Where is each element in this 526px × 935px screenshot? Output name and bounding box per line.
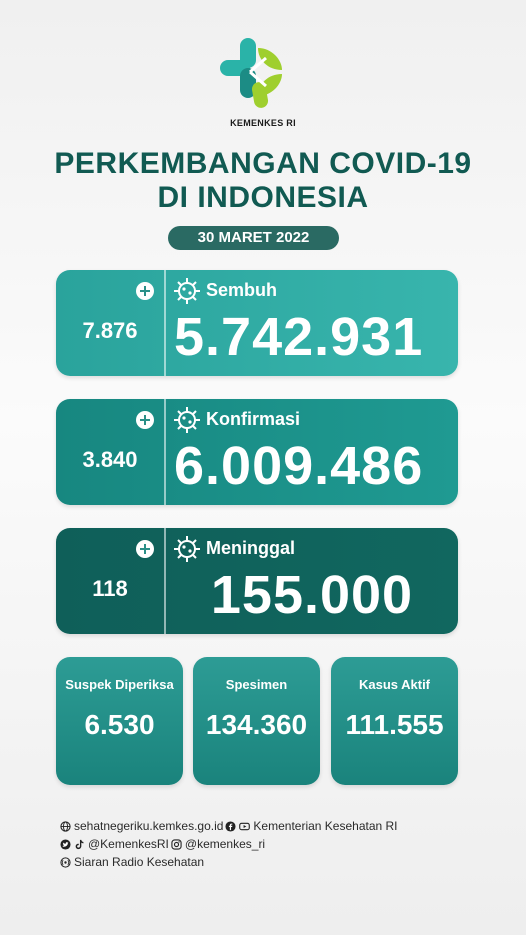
daily-increase: 7.876 [82,318,138,343]
card-sembuh: 7.876 Sembuh 5.742.931 [56,270,458,376]
stat-label: Kasus Aktif [358,677,431,692]
footer-line-3: Siaran Radio Kesehatan [60,855,204,869]
stat-spesimen: Spesimen 134.360 [193,657,320,785]
card-konfirmasi: 3.840 Konfirmasi 6.009.486 [56,399,458,505]
facebook-icon [225,820,236,832]
card-divider [164,270,166,376]
social-name: Kementerian Kesehatan RI [253,819,398,833]
logo-text: KEMENKES RI [230,118,296,128]
card-total: 6.009.486 [174,436,424,496]
card-divider [164,399,166,505]
footer-line-2: @KemenkesRI @kemenkes_ri [60,837,265,851]
radio-icon [60,856,71,868]
stat-label: Spesimen [225,677,288,692]
page-title: PERKEMBANGAN COVID-19 [54,147,472,180]
twitter-handle: @KemenkesRI [88,837,169,851]
stat-value: 6.530 [84,709,155,740]
kemenkes-logo [220,38,282,108]
card-total: 155.000 [210,565,414,625]
website-link[interactable]: sehatnegeriku.kemkes.go.id [74,819,223,833]
instagram-handle: @kemenkes_ri [184,837,266,851]
plus-icon [136,540,154,558]
card-total: 5.742.931 [174,307,424,367]
date-badge: 30 MARET 2022 [168,226,339,250]
plus-icon [136,411,154,429]
daily-increase: 118 [92,576,128,601]
stat-value: 111.555 [345,709,444,740]
stat-suspek: Suspek Diperiksa 6.530 [56,657,183,785]
stat-kasus-aktif: Kasus Aktif 111.555 [331,657,458,785]
stat-value: 134.360 [205,709,308,740]
instagram-icon [171,838,182,850]
page-subtitle: DI INDONESIA [157,181,369,214]
globe-icon [60,820,71,832]
card-label: Sembuh [206,280,278,300]
stat-label: Suspek Diperiksa [65,677,174,692]
tiktok-icon [75,839,84,849]
virus-icon [174,407,200,433]
virus-icon [174,536,200,562]
youtube-icon [239,822,251,830]
daily-increase: 3.840 [82,447,138,472]
footer-line-1: sehatnegeriku.kemkes.go.id Kementerian K… [60,819,398,833]
virus-icon [174,278,200,304]
card-label: Konfirmasi [206,409,301,429]
card-meninggal: 118 Meninggal 155.000 [56,528,458,634]
card-label: Meninggal [206,538,295,558]
twitter-icon [60,838,71,850]
radio-text: Siaran Radio Kesehatan [74,855,205,869]
plus-icon [136,282,154,300]
